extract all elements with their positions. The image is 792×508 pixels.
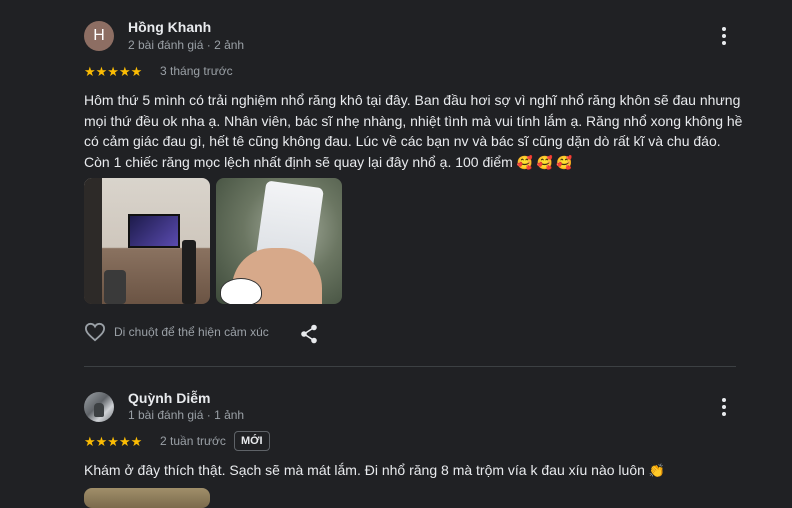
review-emojis: 👏 [648, 463, 665, 478]
review-photo-clinic[interactable] [84, 178, 210, 304]
review-photo[interactable] [84, 488, 210, 508]
heart-outline-icon [84, 322, 106, 342]
share-button[interactable] [300, 324, 318, 349]
share-icon [301, 324, 317, 344]
review-body: Khám ở đây thích thật. Sạch sẽ mà mát lắ… [84, 462, 645, 478]
review-text: Hôm thứ 5 mình có trải nghiệm nhổ răng k… [84, 90, 746, 173]
review-divider [84, 366, 736, 367]
more-options-button[interactable] [714, 397, 734, 417]
avatar-image [94, 403, 104, 417]
review-text: Khám ở đây thích thật. Sạch sẽ mà mát lắ… [84, 460, 746, 482]
reviewer-name[interactable]: Quỳnh Diễm [128, 390, 210, 406]
more-options-button[interactable] [714, 26, 734, 46]
star-rating: ★★★★★ [84, 64, 143, 79]
reviewer-name[interactable]: Hồng Khanh [128, 19, 211, 35]
reviewer-meta: 1 bài đánh giá · 1 ảnh [128, 408, 245, 422]
react-label: Di chuột để thể hiện cảm xúc [114, 325, 269, 339]
review-emojis: 🥰 🥰 🥰 [516, 154, 573, 170]
more-vert-icon [722, 27, 726, 31]
react-button[interactable]: Di chuột để thể hiện cảm xúc [84, 322, 269, 342]
new-badge: MỚI [234, 431, 270, 451]
review-photo-tooth-bag[interactable] [216, 178, 342, 304]
review-time: 2 tuần trước [160, 434, 226, 448]
avatar[interactable]: H [84, 21, 114, 51]
star-rating: ★★★★★ [84, 434, 143, 449]
avatar[interactable] [84, 392, 114, 422]
review-body: Hôm thứ 5 mình có trải nghiệm nhổ răng k… [84, 92, 743, 170]
more-vert-icon [722, 398, 726, 402]
reviewer-meta: 2 bài đánh giá · 2 ảnh [128, 38, 245, 52]
review-time: 3 tháng trước [160, 64, 233, 78]
